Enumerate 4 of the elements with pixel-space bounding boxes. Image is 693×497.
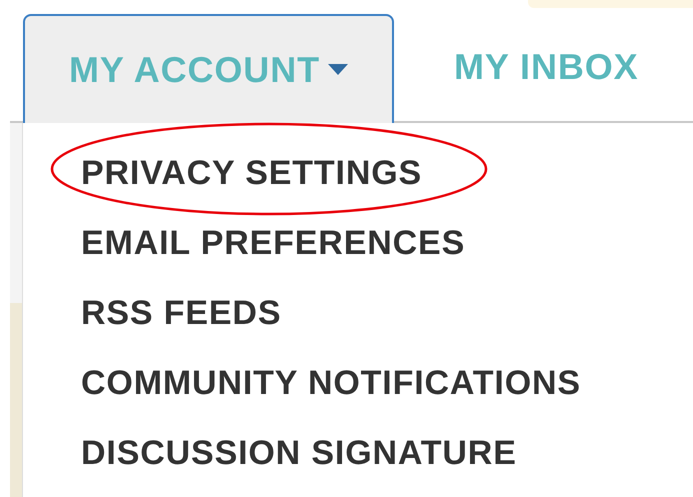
menu-item[interactable]: EMAIL PREFERENCES <box>81 219 466 267</box>
menu-item[interactable]: RSS FEEDS <box>81 289 282 337</box>
menu-item[interactable]: DISCUSSION SIGNATURE <box>81 429 517 477</box>
menu-item[interactable]: COMMUNITY NOTIFICATIONS <box>81 359 581 407</box>
